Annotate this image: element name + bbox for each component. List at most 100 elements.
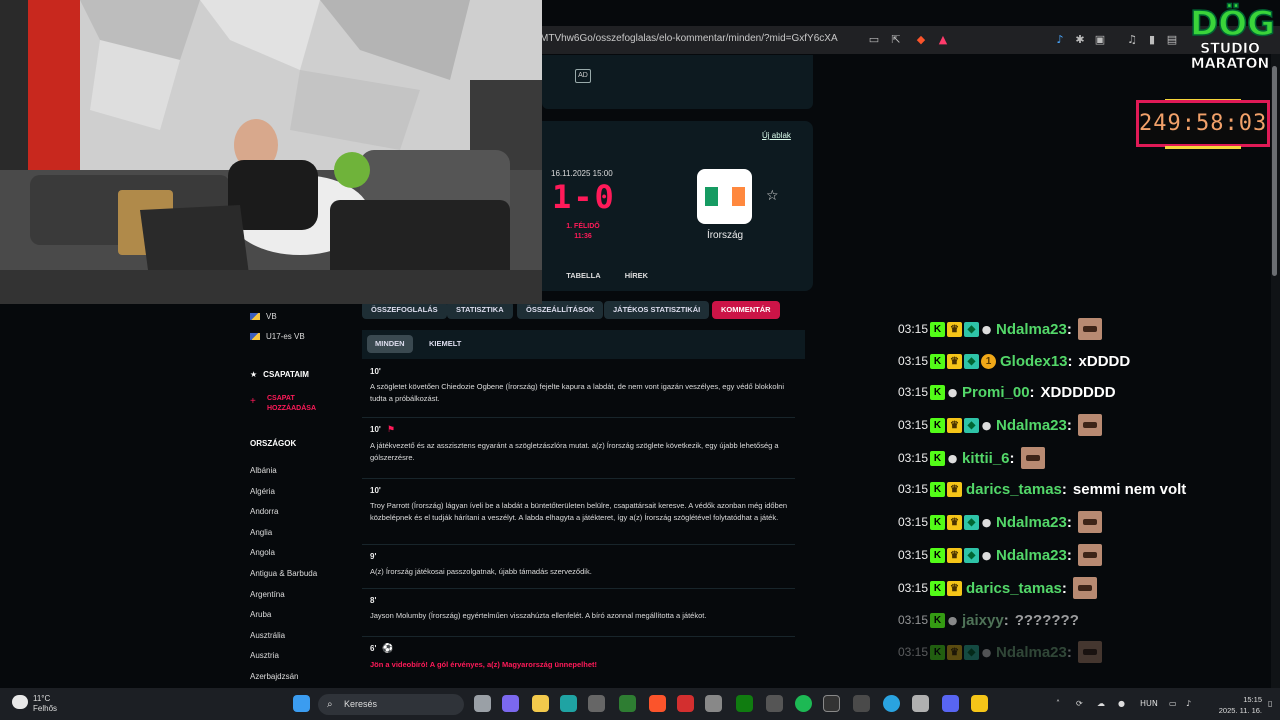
windows-start-icon[interactable] xyxy=(293,695,310,712)
telegram-icon[interactable] xyxy=(883,695,900,712)
country-item[interactable]: Angola xyxy=(250,548,275,557)
network-icon[interactable]: ▭ xyxy=(1169,699,1177,708)
scrollbar-thumb[interactable] xyxy=(1272,66,1277,276)
chat-message: 03:15 K ♛ darics_tamas: semmi nem volt xyxy=(898,478,1186,500)
bomb-badge-icon: ● xyxy=(947,613,958,627)
subtab-all[interactable]: MINDEN xyxy=(367,335,413,353)
corner-flag-icon: ⚑ xyxy=(386,425,395,435)
file-explorer-icon[interactable] xyxy=(532,695,549,712)
task-view-icon[interactable] xyxy=(474,695,491,712)
country-item[interactable]: Ausztria xyxy=(250,651,279,660)
calculator-icon[interactable] xyxy=(853,695,870,712)
commentary-divider xyxy=(362,636,795,637)
app-icon-gray[interactable] xyxy=(766,695,783,712)
tray-chevron-icon[interactable]: ˄ xyxy=(1056,699,1060,708)
terminal-icon[interactable] xyxy=(619,695,636,712)
tray-sync-icon[interactable]: ⟳ xyxy=(1076,699,1083,708)
chat-username[interactable]: Ndalma23 xyxy=(996,547,1067,564)
chat-timestamp: 03:15 xyxy=(898,451,929,465)
face-emote-icon xyxy=(1077,318,1102,340)
bomb-badge-icon: ● xyxy=(981,645,992,659)
tab-commentary[interactable]: KOMMENTÁR xyxy=(712,301,780,319)
language-indicator[interactable]: HUN xyxy=(1140,699,1158,708)
tab-player-stats[interactable]: JÁTÉKOS STATISZTIKÁI xyxy=(604,301,710,319)
extensions-icon[interactable]: ✱ xyxy=(1073,33,1087,47)
subtab-highlights[interactable]: KIEMELT xyxy=(421,335,469,353)
sidebar-comp-vb[interactable]: VB xyxy=(250,312,277,321)
taskbar-search[interactable]: ⌕ Keresés xyxy=(318,694,464,715)
country-item[interactable]: Azerbajdzsán xyxy=(250,672,298,681)
subnav-hirek[interactable]: HÍREK xyxy=(625,271,648,280)
chat-username[interactable]: Ndalma23 xyxy=(996,321,1067,338)
rockstar-icon[interactable] xyxy=(971,695,988,712)
address-bar[interactable]: MTVhw6Go/osszefoglalas/elo-kommentar/min… xyxy=(540,33,838,44)
obs-icon[interactable] xyxy=(823,695,840,712)
store-icon[interactable] xyxy=(588,695,605,712)
chat-message: 03:15 K ● jaixyy:??????? xyxy=(898,609,1079,631)
chat-username[interactable]: Ndalma23 xyxy=(996,514,1067,531)
country-item[interactable]: Algéria xyxy=(250,487,275,496)
screenshot-icon[interactable]: ▣ xyxy=(1093,33,1107,47)
commentary-divider xyxy=(362,588,795,589)
tray-cloud-icon[interactable]: ☁ xyxy=(1097,699,1105,708)
comp-flag-icon xyxy=(250,313,260,321)
match-date: 16.11.2025 15:00 xyxy=(551,169,613,178)
add-team-button[interactable]: CSAPAT HOZZÁADÁSA xyxy=(267,394,347,414)
brave-shield-icon[interactable]: ◆ xyxy=(914,33,928,47)
wallet-icon[interactable]: ▤ xyxy=(1165,33,1179,47)
chat-username[interactable]: Promi_00 xyxy=(962,384,1030,401)
country-item[interactable]: Argentína xyxy=(250,590,285,599)
country-item[interactable]: Antigua & Barbuda xyxy=(250,569,317,578)
country-item[interactable]: Aruba xyxy=(250,610,271,619)
volume-icon[interactable]: ♪ xyxy=(1186,699,1191,708)
chat-username[interactable]: Ndalma23 xyxy=(996,417,1067,434)
favorite-star-icon[interactable]: ☆ xyxy=(766,188,779,204)
commentary-text: Jön a videobíró! A gól érvényes, a(z) Ma… xyxy=(370,660,597,669)
chat-separator: : xyxy=(1061,579,1067,597)
chat-timestamp: 03:15 xyxy=(898,548,929,562)
settings-gear-icon[interactable] xyxy=(705,695,722,712)
chat-text: semmi nem volt xyxy=(1072,480,1187,498)
crown-badge-icon: ♛ xyxy=(947,481,962,497)
country-item[interactable]: Anglia xyxy=(250,528,272,537)
chat-username[interactable]: darics_tamas xyxy=(966,481,1062,498)
comp-label: VB xyxy=(266,312,277,321)
app-icon-red[interactable] xyxy=(677,695,694,712)
commentary-entry: 10' A szögletet követően Chiedozie Ogbene… xyxy=(370,367,795,405)
new-window-link[interactable]: Új ablak xyxy=(762,131,791,140)
xbox-icon[interactable] xyxy=(736,695,753,712)
sidebar-icon[interactable]: ▮ xyxy=(1145,33,1159,47)
weather-widget[interactable]: 11°C Felhős xyxy=(12,694,57,714)
subnav-tabella[interactable]: TABELLA xyxy=(566,271,600,280)
taskbar-clock[interactable]: 15:15 2025. 11. 16. xyxy=(1202,694,1262,716)
chat-timestamp: 03:15 xyxy=(898,354,929,368)
notification-icon[interactable]: ▯ xyxy=(1268,699,1272,708)
edge-icon[interactable] xyxy=(560,695,577,712)
chat-username[interactable]: jaixyy xyxy=(962,612,1004,629)
chat-username[interactable]: Ndalma23 xyxy=(996,644,1067,661)
country-item[interactable]: Albánia xyxy=(250,466,277,475)
share-icon[interactable]: ⇱ xyxy=(889,33,903,47)
country-item[interactable]: Andorra xyxy=(250,507,278,516)
team-name[interactable]: Írország xyxy=(694,230,756,241)
cast-icon[interactable]: ▭ xyxy=(867,33,881,47)
audio-icon[interactable]: ♪ xyxy=(1053,33,1067,47)
team-logo[interactable] xyxy=(697,169,752,224)
media-icon[interactable]: ♫ xyxy=(1125,33,1139,47)
spotify-icon[interactable] xyxy=(795,695,812,712)
chat-username[interactable]: Glodex13 xyxy=(1000,353,1068,370)
brave-icon[interactable] xyxy=(649,695,666,712)
chat-username[interactable]: kittii_6 xyxy=(962,450,1010,467)
chat-username[interactable]: darics_tamas xyxy=(966,580,1062,597)
crown-badge-icon: ♛ xyxy=(947,580,962,596)
discord-icon[interactable] xyxy=(942,695,959,712)
country-item[interactable]: Ausztrália xyxy=(250,631,285,640)
app-icon-light[interactable] xyxy=(912,695,929,712)
minute-label: 10' xyxy=(370,367,381,376)
tray-mic-icon[interactable]: ● xyxy=(1118,699,1125,708)
kick-badge-icon: K xyxy=(930,514,945,530)
commentary-divider xyxy=(362,478,795,479)
brave-rewards-icon[interactable]: ▲ xyxy=(936,33,950,47)
copilot-icon[interactable] xyxy=(502,695,519,712)
sidebar-comp-u17[interactable]: U17-es VB xyxy=(250,332,305,341)
